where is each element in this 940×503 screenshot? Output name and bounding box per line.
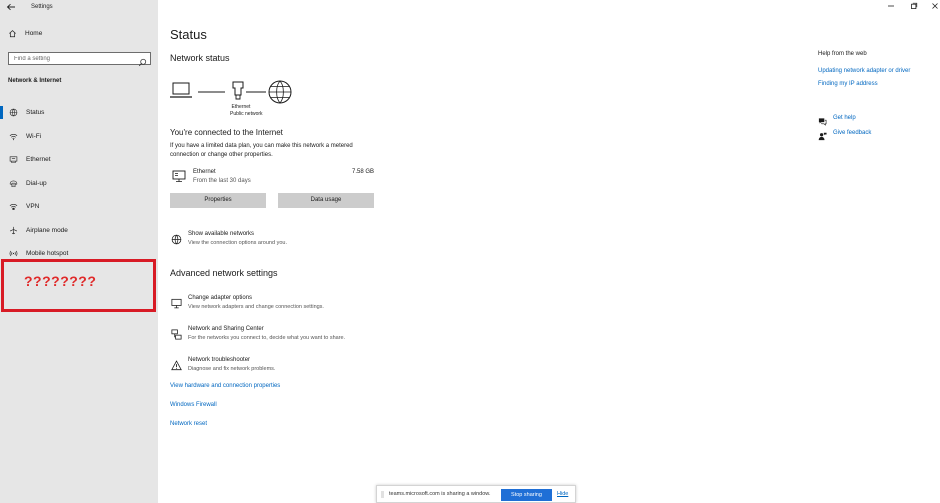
globe-icon xyxy=(171,232,182,245)
network-type-label: Public network xyxy=(230,111,263,117)
option-title: Network troubleshooter xyxy=(188,357,251,363)
sidebar-item-label: Airplane mode xyxy=(26,226,68,234)
sidebar-item-label: Status xyxy=(26,109,45,117)
connection-status-title: You're connected to the Internet xyxy=(170,128,283,137)
main-content: Status Network status Ethernet Public ne… xyxy=(158,0,940,503)
feedback-person-icon xyxy=(818,128,827,141)
drag-grip-icon[interactable] xyxy=(381,491,384,498)
minimize-icon[interactable] xyxy=(884,2,898,14)
wifi-icon xyxy=(9,132,18,141)
advanced-settings-title: Advanced network settings xyxy=(170,268,278,278)
home-icon xyxy=(8,29,17,38)
laptop-icon xyxy=(170,82,192,98)
option-desc: For the networks you connect to, decide … xyxy=(188,335,346,341)
ethernet-monitor-icon xyxy=(172,169,186,183)
give-feedback-link[interactable]: Give feedback xyxy=(833,130,871,136)
sidebar-item-airplane[interactable]: Airplane mode xyxy=(0,219,158,243)
sidebar-item-label: Ethernet xyxy=(26,156,51,164)
option-title: Change adapter options xyxy=(188,295,253,301)
help-title: Help from the web xyxy=(818,51,867,57)
sidebar-item-ethernet[interactable]: Ethernet xyxy=(0,148,158,172)
search-icon[interactable] xyxy=(138,54,147,67)
properties-button[interactable]: Properties xyxy=(170,193,266,208)
option-desc: Diagnose and fix network problems. xyxy=(188,366,276,372)
sidebar-section-title: Network & Internet xyxy=(8,78,62,84)
connection-status-desc: If you have a limited data plan, you can… xyxy=(170,143,353,158)
data-usage-button[interactable]: Data usage xyxy=(278,193,374,208)
usage-amount: 7.58 GB xyxy=(351,169,374,175)
sidebar-item-wifi[interactable]: Wi-Fi xyxy=(0,125,158,149)
sidebar: Settings Home Network & Internet Status xyxy=(0,0,158,503)
adapter-monitor-icon xyxy=(171,296,182,309)
warning-icon xyxy=(171,358,182,371)
option-desc: View network adapters and change connect… xyxy=(188,304,324,310)
change-adapter-options[interactable]: Change adapter options View network adap… xyxy=(170,295,420,317)
hide-sharing-bar-link[interactable]: Hide xyxy=(557,491,568,497)
sidebar-item-status[interactable]: Status xyxy=(0,101,158,125)
sidebar-item-label: VPN xyxy=(26,203,40,211)
vpn-icon xyxy=(9,202,18,211)
sidebar-item-label: Home xyxy=(25,30,43,37)
redaction-box: ???????? xyxy=(1,259,156,312)
sidebar-nav: Status Wi-Fi Ethernet Dial-up VPN Airpla… xyxy=(0,101,158,266)
help-link-ip-address[interactable]: Finding my IP address xyxy=(818,81,878,87)
maximize-icon[interactable] xyxy=(907,2,921,14)
ethernet-icon xyxy=(9,155,18,164)
usage-period: From the last 30 days xyxy=(193,178,251,184)
network-troubleshooter[interactable]: Network troubleshooter Diagnose and fix … xyxy=(170,357,420,379)
airplane-icon xyxy=(9,226,18,235)
show-available-networks[interactable]: Show available networks View the connect… xyxy=(170,231,420,253)
chat-help-icon xyxy=(818,113,827,126)
stop-sharing-button[interactable]: Stop sharing xyxy=(501,489,552,501)
give-feedback-item[interactable]: Give feedback xyxy=(818,128,871,141)
redaction-text: ???????? xyxy=(24,273,97,289)
sidebar-item-vpn[interactable]: VPN xyxy=(0,195,158,219)
get-help-item[interactable]: Get help xyxy=(818,113,856,126)
diagram-label: Ethernet Public network xyxy=(230,104,263,118)
status-globe-icon xyxy=(9,108,18,117)
sharing-center-icon xyxy=(171,327,182,340)
sharing-message: teams.microsoft.com is sharing a window. xyxy=(389,491,491,497)
get-help-link[interactable]: Get help xyxy=(833,115,856,121)
sidebar-item-home[interactable]: Home xyxy=(8,29,42,38)
close-icon[interactable] xyxy=(928,2,940,14)
internet-globe-icon xyxy=(268,80,292,104)
ethernet-adapter-icon xyxy=(232,81,244,100)
sidebar-item-label: Wi-Fi xyxy=(26,132,42,140)
search-input[interactable] xyxy=(14,54,134,64)
adapter-label: Ethernet xyxy=(231,104,251,110)
option-title: Show available networks xyxy=(188,231,255,237)
back-arrow-icon[interactable] xyxy=(6,2,20,14)
window-title: Settings xyxy=(31,4,53,10)
sidebar-item-label: Mobile hotspot xyxy=(26,250,69,258)
page-title: Status xyxy=(170,27,207,42)
ethernet-usage-row: Ethernet From the last 30 days 7.58 GB xyxy=(170,167,376,189)
sidebar-item-dialup[interactable]: Dial-up xyxy=(0,172,158,196)
hardware-properties-link[interactable]: View hardware and connection properties xyxy=(170,383,280,389)
settings-window: Settings Home Network & Internet Status xyxy=(0,0,940,503)
network-status-title: Network status xyxy=(170,53,230,63)
screen-sharing-bar: teams.microsoft.com is sharing a window.… xyxy=(376,485,576,503)
hotspot-icon xyxy=(9,249,18,258)
option-desc: View the connection options around you. xyxy=(188,240,287,246)
option-title: Network and Sharing Center xyxy=(188,326,264,332)
ethernet-name: Ethernet xyxy=(193,169,216,175)
search-box[interactable] xyxy=(8,52,151,67)
windows-firewall-link[interactable]: Windows Firewall xyxy=(170,402,217,408)
network-sharing-center[interactable]: Network and Sharing Center For the netwo… xyxy=(170,326,420,348)
help-link-adapter-driver[interactable]: Updating network adapter or driver xyxy=(818,68,910,74)
network-reset-link[interactable]: Network reset xyxy=(170,421,207,427)
sidebar-item-label: Dial-up xyxy=(26,179,47,187)
dialup-icon xyxy=(9,179,18,188)
